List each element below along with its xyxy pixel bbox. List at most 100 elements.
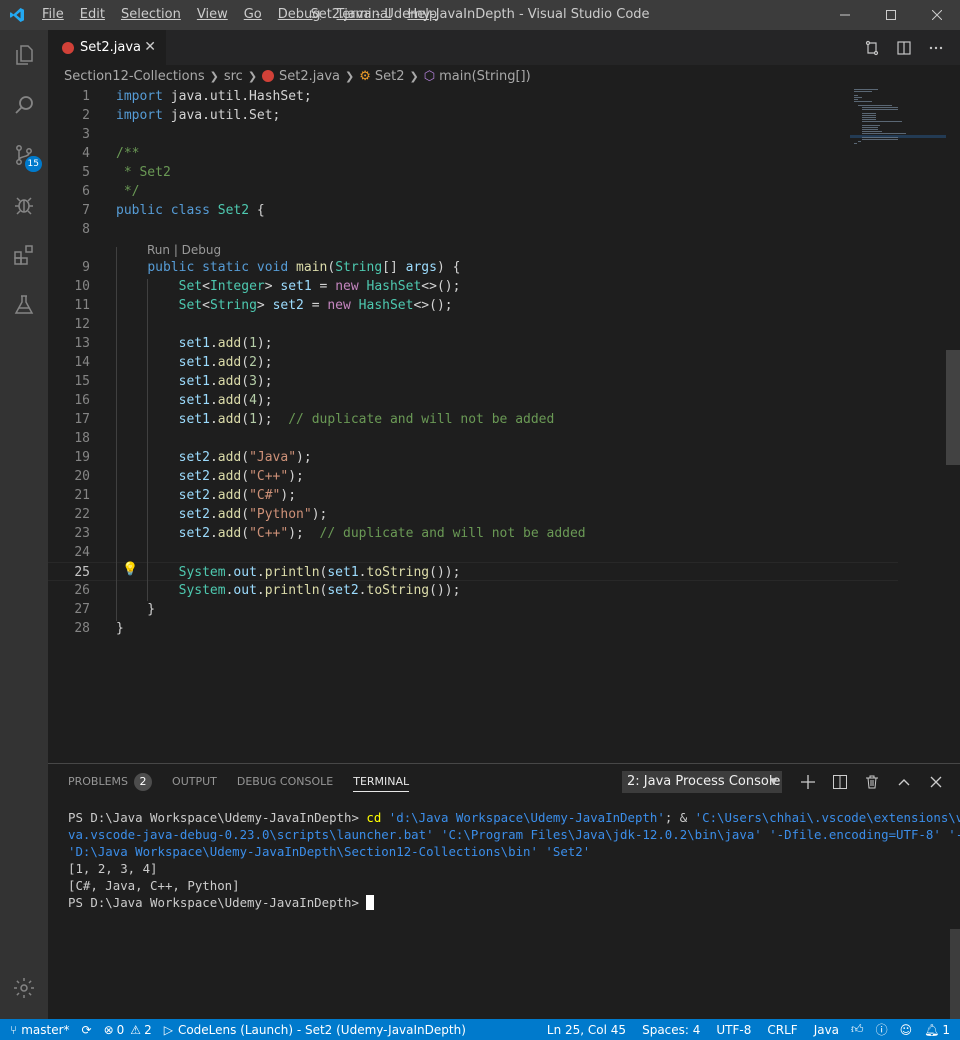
split-terminal-icon[interactable] (824, 764, 856, 799)
code-token: Set2 (217, 203, 250, 218)
encoding[interactable]: UTF-8 (710, 1019, 761, 1040)
maximize-icon[interactable] (868, 0, 914, 30)
debug-icon[interactable] (0, 180, 48, 230)
code-line[interactable]: 23 set2.add("C++"); // duplicate and wil… (48, 524, 898, 543)
tab-output[interactable]: OUTPUT (172, 764, 217, 799)
minimap[interactable] (850, 87, 946, 763)
menu-debug[interactable]: Debug (270, 0, 329, 30)
code-token: Integer (209, 279, 265, 294)
tab-terminal[interactable]: TERMINAL (353, 764, 409, 799)
code-line[interactable]: 27 } (48, 600, 898, 619)
tab-set2-java[interactable]: Set2.java ✕ (48, 30, 166, 65)
line-number: 3 (82, 127, 90, 142)
code-line[interactable]: 19 set2.add("Java"); (48, 448, 898, 467)
feedback-smiley-icon[interactable]: ☺ (894, 1019, 919, 1040)
more-actions-icon[interactable] (920, 30, 952, 65)
code-token: add (217, 469, 242, 484)
code-editor[interactable]: 1 import java.util.HashSet; 2 import java.u… (48, 87, 960, 763)
code-line[interactable]: 13 set1.add(1); (48, 334, 898, 353)
search-icon[interactable] (0, 80, 48, 130)
code-token: ( (241, 450, 250, 465)
code-line[interactable]: 21 set2.add("C#"); (48, 486, 898, 505)
terminal-select[interactable]: 2: Java Process Console ▼ (622, 771, 782, 793)
terminal-scrollbar[interactable] (950, 929, 960, 1019)
code-line[interactable]: 6 */ (48, 182, 898, 201)
tab-debug-console[interactable]: DEBUG CONSOLE (237, 764, 333, 799)
close-panel-icon[interactable] (920, 764, 952, 799)
code-line[interactable]: 12 (48, 315, 898, 334)
menu-go[interactable]: Go (236, 0, 270, 30)
code-text: System.out.println(set1.toString()); (116, 563, 461, 582)
menu-edit[interactable]: Edit (72, 0, 113, 30)
code-line[interactable]: 26 System.out.println(set2.toString()); (48, 581, 898, 600)
new-terminal-icon[interactable] (792, 764, 824, 799)
code-line[interactable]: 17 set1.add(1); // duplicate and will no… (48, 410, 898, 429)
menu-terminal[interactable]: Terminal (329, 0, 400, 30)
java-file-icon (262, 70, 275, 82)
code-text: import java.util.HashSet; (116, 87, 312, 106)
close-window-icon[interactable] (914, 0, 960, 30)
line-ending[interactable]: CRLF (761, 1019, 807, 1040)
breadcrumb-class[interactable]: ⚙ Set2 (359, 69, 404, 84)
breadcrumb-method[interactable]: ⬡ main(String[]) (424, 69, 531, 84)
code-line[interactable]: 24 (48, 543, 898, 562)
scrollbar-thumb[interactable] (946, 350, 960, 465)
test-icon[interactable] (0, 280, 48, 330)
menu-view[interactable]: View (189, 0, 236, 30)
code-line[interactable]: 7 public class Set2 { (48, 201, 898, 220)
branch-status[interactable]: ⑂ master* (0, 1019, 76, 1040)
code-line[interactable]: 4 /** (48, 144, 898, 163)
code-line[interactable]: 5 * Set2 (48, 163, 898, 182)
code-line[interactable]: 9 public static void main(String[] args)… (48, 258, 898, 277)
code-line[interactable]: 14 set1.add(2); (48, 353, 898, 372)
code-line[interactable]: 22 set2.add("Python"); (48, 505, 898, 524)
chevron-up-icon[interactable] (888, 764, 920, 799)
explorer-icon[interactable] (0, 30, 48, 80)
breadcrumb-file[interactable]: Set2.java (262, 69, 340, 84)
terminal-arg: 'C:\Users\chhai\.vscode\extensions\vscja (694, 810, 960, 825)
split-editor-icon[interactable] (888, 30, 920, 65)
thumbs-up-icon[interactable]: 👍︎ (845, 1019, 870, 1040)
code-line[interactable]: 28} (48, 619, 898, 638)
codelens-run-debug[interactable]: Run | Debug (147, 241, 221, 260)
extensions-icon[interactable] (0, 230, 48, 280)
info-icon[interactable]: ⓘ (870, 1019, 894, 1040)
open-changes-icon[interactable] (856, 30, 888, 65)
code-token: . (358, 583, 367, 598)
sync-icon[interactable]: ⟳ (76, 1019, 98, 1040)
code-token: new (335, 279, 359, 294)
code-line[interactable]: 18 (48, 429, 898, 448)
code-line[interactable]: 25 System.out.println(set1.toString()); (48, 562, 898, 581)
code-line[interactable]: 1 import java.util.HashSet; (48, 87, 898, 106)
breadcrumb-folder[interactable]: Section12-Collections (64, 69, 205, 84)
menu-file[interactable]: File (34, 0, 72, 30)
terminal-output[interactable]: PS D:\Java Workspace\Udemy-JavaInDepth> … (68, 809, 960, 911)
close-icon[interactable]: ✕ (144, 39, 156, 55)
cursor-position[interactable]: Ln 25, Col 45 (541, 1019, 636, 1040)
gear-icon[interactable] (0, 963, 48, 1013)
editor-scrollbar[interactable] (946, 87, 960, 763)
source-control-icon[interactable]: 15 (0, 130, 48, 180)
indentation[interactable]: Spaces: 4 (636, 1019, 710, 1040)
trash-icon[interactable] (856, 764, 888, 799)
code-line[interactable]: 15 set1.add(3); (48, 372, 898, 391)
minimize-icon[interactable] (822, 0, 868, 30)
launch-status[interactable]: ▷ CodeLens (Launch) - Set2 (Udemy-JavaInD… (158, 1019, 472, 1040)
code-line[interactable]: 3 (48, 125, 898, 144)
code-line[interactable]: 11 Set<String> set2 = new HashSet<>(); (48, 296, 898, 315)
terminal-prompt: PS D:\Java Workspace\Udemy-JavaInDepth> (68, 895, 367, 910)
menu-selection[interactable]: Selection (113, 0, 189, 30)
problems-status[interactable]: ⊗ 0 ⚠ 2 (98, 1019, 158, 1040)
code-token: ); (296, 450, 312, 465)
language-mode[interactable]: Java (808, 1019, 845, 1040)
breadcrumb-src[interactable]: src (224, 69, 243, 84)
notifications[interactable]: 🔔︎ 1 (918, 1019, 960, 1040)
tab-problems[interactable]: PROBLEMS 2 (68, 764, 153, 799)
code-line[interactable]: 16 set1.add(4); (48, 391, 898, 410)
code-line[interactable]: 2 import java.util.Set; (48, 106, 898, 125)
lightbulb-icon[interactable]: 💡 (122, 562, 138, 577)
code-line[interactable]: 8 (48, 220, 898, 239)
code-line[interactable]: 10 Set<Integer> set1 = new HashSet<>(); (48, 277, 898, 296)
menu-help[interactable]: Help (399, 0, 445, 30)
code-line[interactable]: 20 set2.add("C++"); (48, 467, 898, 486)
